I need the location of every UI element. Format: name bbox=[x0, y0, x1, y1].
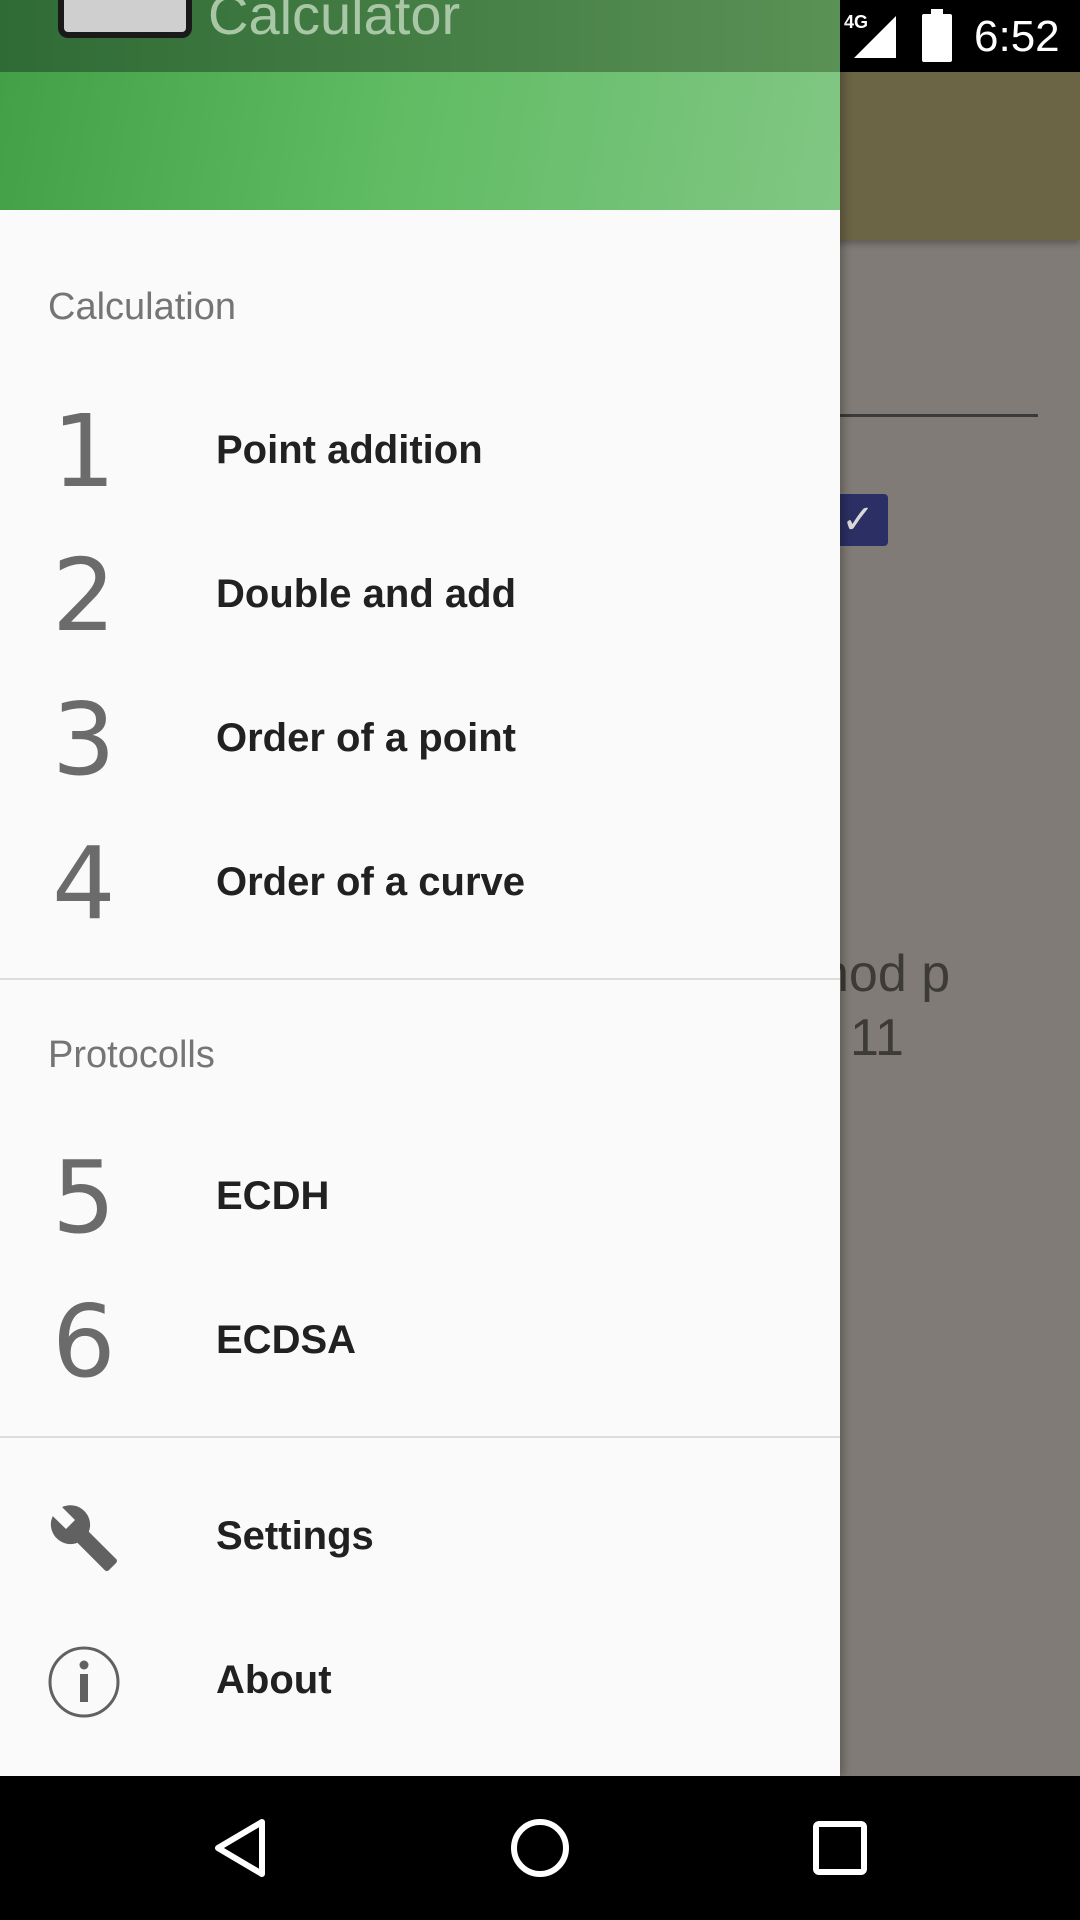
menu-item-label: ECDSA bbox=[216, 1318, 357, 1362]
app-icon bbox=[58, 0, 192, 38]
menu-item-order-of-a-curve[interactable]: 4 Order of a curve bbox=[0, 812, 840, 956]
number-1-icon: 1 bbox=[52, 393, 116, 510]
recents-icon[interactable] bbox=[750, 1776, 930, 1920]
menu-item-label: About bbox=[216, 1658, 332, 1702]
menu-item-label: Double and add bbox=[216, 572, 516, 616]
drawer-header bbox=[0, 72, 840, 210]
app-title: Calculator bbox=[208, 0, 461, 46]
info-icon bbox=[48, 1646, 120, 1718]
clock: 6:52 bbox=[974, 12, 1060, 61]
wrench-icon bbox=[50, 1505, 117, 1571]
drawer-header-bar: Calculator bbox=[0, 0, 840, 72]
menu-item-point-addition[interactable]: 1 Point addition bbox=[0, 380, 840, 524]
menu-item-label: Point addition bbox=[216, 428, 483, 472]
background-text: 11 bbox=[850, 1009, 904, 1067]
navigation-drawer: Calculator Calculation 1 Point addition … bbox=[0, 0, 840, 1776]
menu-item-double-and-add[interactable]: 2 Double and add bbox=[0, 524, 840, 668]
home-icon[interactable] bbox=[450, 1776, 630, 1920]
back-icon[interactable] bbox=[150, 1776, 330, 1920]
signal-icon bbox=[854, 16, 896, 58]
number-4-icon: 4 bbox=[52, 825, 116, 942]
menu-item-label: Order of a point bbox=[216, 716, 516, 760]
menu-item-order-of-a-point[interactable]: 3 Order of a point bbox=[0, 668, 840, 812]
section-divider bbox=[0, 1436, 840, 1438]
status-bar: 4G 6:52 bbox=[840, 0, 1080, 72]
number-6-icon: 6 bbox=[52, 1283, 116, 1400]
number-5-icon: 5 bbox=[52, 1139, 116, 1256]
section-title-calculation: Calculation bbox=[48, 286, 236, 328]
navigation-bar bbox=[0, 1776, 1080, 1920]
menu-item-ecdh[interactable]: 5 ECDH bbox=[0, 1126, 840, 1270]
menu-item-about[interactable]: About bbox=[0, 1610, 840, 1754]
menu-item-label: Settings bbox=[216, 1514, 374, 1558]
background-input-underline bbox=[840, 414, 1038, 417]
section-title-protocolls: Protocolls bbox=[48, 1034, 215, 1076]
menu-item-settings[interactable]: Settings bbox=[0, 1466, 840, 1610]
number-2-icon: 2 bbox=[52, 537, 116, 654]
section-divider bbox=[0, 978, 840, 980]
menu-item-label: ECDH bbox=[216, 1174, 330, 1218]
battery-icon bbox=[922, 9, 952, 62]
number-3-icon: 3 bbox=[52, 681, 116, 798]
menu-item-label: Order of a curve bbox=[216, 860, 526, 904]
menu-item-ecdsa[interactable]: 6 ECDSA bbox=[0, 1270, 840, 1414]
